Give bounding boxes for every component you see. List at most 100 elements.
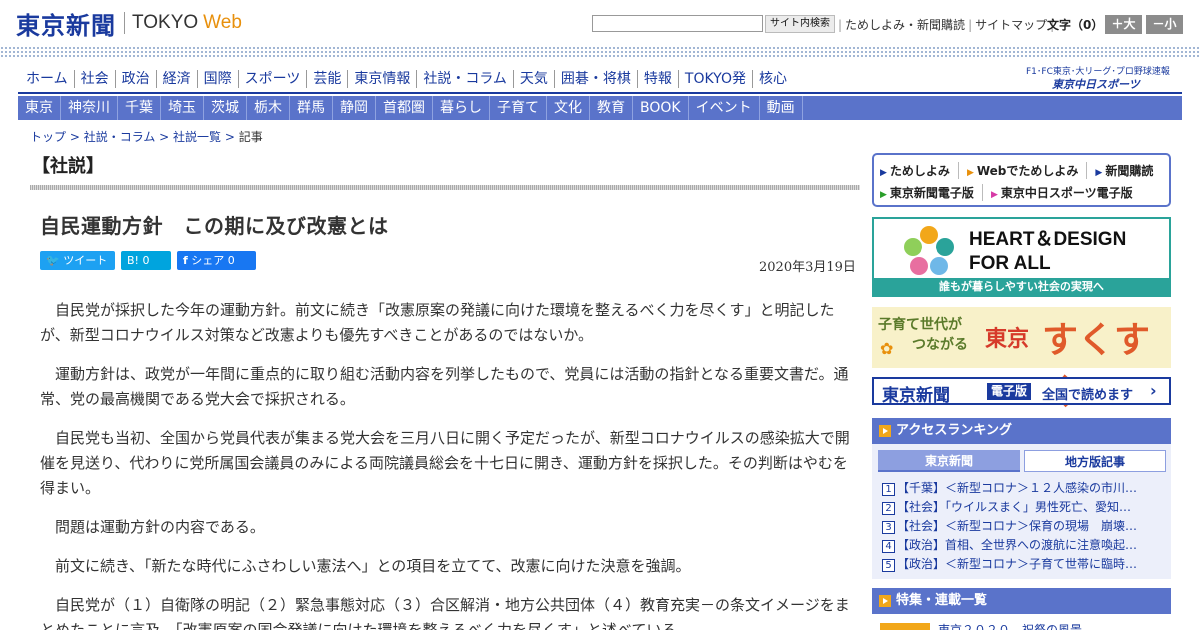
- font-size-up-button[interactable]: ＋大: [1105, 15, 1142, 34]
- triangle-icon: ▶: [880, 167, 887, 178]
- feature-thumbnail: [880, 623, 930, 630]
- facebook-share-button[interactable]: f シェア 0: [177, 251, 256, 270]
- ranking-tab-tokyo[interactable]: 東京新聞: [878, 450, 1020, 472]
- region-nav: 東京 神奈川 千葉 埼玉 茨城 栃木 群馬 静岡 首都圏 暮らし 子育て 文化 …: [18, 96, 1182, 120]
- nav-politics[interactable]: 政治: [116, 70, 157, 88]
- link-subscribe[interactable]: ▶ 新聞購読: [1095, 162, 1161, 179]
- article-paragraph: 運動方針は、政党が一年間に重点的に取り組む活動内容を列挙したもので、党員には活動…: [40, 365, 849, 408]
- link-trial-label: ためしよみ: [889, 163, 950, 178]
- region-living[interactable]: 暮らし: [433, 96, 490, 120]
- heart-title-line2: FOR ALL: [969, 253, 1051, 274]
- nav-special-report[interactable]: 特報: [638, 70, 679, 88]
- triangle-icon: ▶: [1095, 167, 1103, 178]
- region-ibaraki[interactable]: 茨城: [204, 96, 247, 120]
- article-title: 自民運動方針 この期に及び改憲とは: [40, 214, 389, 238]
- ranking-item[interactable]: 5 【政治】＜新型コロナ＞子育て世帯に臨時…: [882, 555, 1162, 574]
- triangle-icon: ▶: [990, 189, 998, 200]
- ranking-tab-local[interactable]: 地方版記事: [1024, 450, 1166, 472]
- breadcrumb-top[interactable]: トップ: [30, 130, 66, 144]
- region-chiba[interactable]: 千葉: [118, 96, 161, 120]
- tweet-label: ツイート: [63, 254, 108, 267]
- ranking-item[interactable]: 3 【社会】＜新型コロナ＞保育の現場 崩壊…: [882, 517, 1162, 536]
- facebook-icon: f: [183, 254, 188, 267]
- region-shizuoka[interactable]: 静岡: [333, 96, 376, 120]
- ranking-item[interactable]: 4 【政治】首相、全世界への渡航に注意喚起…: [882, 536, 1162, 555]
- heart-design-subtitle: 誰もが暮らしやすい社会の実現へ: [874, 278, 1169, 295]
- font-size-down-button[interactable]: －小: [1146, 15, 1183, 34]
- link-trial[interactable]: ▶ ためしよみ: [880, 161, 959, 179]
- publish-date: 2020年3月19日: [759, 260, 856, 275]
- tokyo-sukusuku-banner[interactable]: 子育て世代が つながる ✿ 東京 すくすく: [872, 307, 1171, 413]
- region-education[interactable]: 教育: [590, 96, 633, 120]
- nav-entertainment[interactable]: 芸能: [307, 70, 349, 88]
- article-paragraph: 自民党が（１）自衛隊の明記（２）緊急事態対応（３）合区解消・地方公共団体（４）教…: [40, 596, 850, 630]
- link-web-trial[interactable]: ▶ Webでためしよみ: [966, 161, 1088, 179]
- region-video[interactable]: 動画: [760, 96, 803, 120]
- chevron-right-icon: ›: [1150, 381, 1157, 400]
- region-tokyo[interactable]: 東京: [18, 96, 61, 120]
- access-ranking-header: アクセスランキング: [872, 418, 1171, 444]
- ranking-item[interactable]: 2 【社会】「ウイルスまく」男性死亡、愛知…: [882, 498, 1162, 517]
- digital-edition-banner[interactable]: 東京新聞 電子版 全国で読めます ›: [872, 377, 1171, 406]
- header-links: | ためしよみ・新聞購読 | サイトマップ |: [835, 16, 1057, 33]
- link-digital-edition-label: 東京新聞電子版: [889, 185, 974, 200]
- region-saitama[interactable]: 埼玉: [161, 96, 204, 120]
- breadcrumb-editorial-list[interactable]: 社説一覧: [173, 130, 221, 144]
- nav-economy[interactable]: 経済: [157, 70, 198, 88]
- region-tochigi[interactable]: 栃木: [247, 96, 290, 120]
- flower-icon: ✿: [880, 339, 894, 358]
- ranking-item-label: 【政治】首相、全世界への渡航に注意喚起…: [897, 538, 1138, 552]
- nav-editorial[interactable]: 社説・コラム: [417, 70, 514, 88]
- nav-society[interactable]: 社会: [75, 70, 116, 88]
- nav-tokyo-info[interactable]: 東京情報: [348, 70, 418, 88]
- region-shutoken[interactable]: 首都圏: [376, 96, 433, 120]
- header-link-sitemap[interactable]: サイトマップ: [975, 18, 1047, 32]
- triangle-icon: ▶: [880, 189, 887, 200]
- nav-kakushin[interactable]: 核心: [753, 70, 793, 88]
- link-chunichi-sports-digital[interactable]: ▶ 東京中日スポーツ電子版: [991, 184, 1141, 201]
- nav-weather[interactable]: 天気: [514, 70, 555, 88]
- logo-web: Web: [203, 12, 242, 33]
- nav-international[interactable]: 国際: [198, 70, 239, 88]
- nav-tokyo-hatsu[interactable]: TOKYO発: [679, 70, 753, 88]
- ranking-item[interactable]: 1 【千葉】＜新型コロナ＞１２人感染の市川…: [882, 479, 1162, 498]
- heart-title-line1: HEART＆DESIGN: [969, 229, 1127, 250]
- access-ranking-box: 東京新聞 地方版記事 1 【千葉】＜新型コロナ＞１２人感染の市川… 2 【社会】「ウ…: [872, 444, 1171, 579]
- hatena-bookmark-button[interactable]: B! 0: [121, 251, 171, 270]
- logo-jp: 東京新聞: [16, 10, 116, 40]
- access-ranking-title: アクセスランキング: [896, 423, 1012, 438]
- region-gunma[interactable]: 群馬: [290, 96, 333, 120]
- breadcrumb-editorial[interactable]: 社説・コラム: [84, 130, 156, 144]
- link-separator: |: [838, 18, 843, 32]
- link-subscribe-label: 新聞購読: [1105, 163, 1154, 178]
- region-event[interactable]: イベント: [689, 96, 760, 120]
- subscription-links-row: ▶ 東京新聞電子版 ▶ 東京中日スポーツ電子版: [880, 181, 1163, 203]
- play-square-icon: [879, 595, 891, 607]
- region-book[interactable]: BOOK: [633, 96, 689, 120]
- region-culture[interactable]: 文化: [547, 96, 590, 120]
- nav-sports[interactable]: スポーツ: [239, 70, 308, 88]
- site-logo[interactable]: 東京新聞 TOKYO Web: [16, 8, 242, 40]
- article-paragraph: 自民党も当初、全国から党員代表が集まる党大会を三月八日に開く予定だったが、新型コ…: [40, 429, 850, 497]
- link-digital-edition[interactable]: ▶ 東京新聞電子版: [880, 183, 983, 201]
- site-search-button[interactable]: サイト内検索: [765, 15, 835, 33]
- logo-separator: [124, 12, 125, 34]
- sports-logo[interactable]: 東京中日スポーツ: [1052, 76, 1140, 92]
- ranking-item-label: 【社会】＜新型コロナ＞保育の現場 崩壊…: [897, 519, 1138, 533]
- region-kanagawa[interactable]: 神奈川: [61, 96, 118, 120]
- digital-banner-name: 東京新聞: [882, 386, 950, 406]
- nav-go-shogi[interactable]: 囲碁・将棋: [555, 70, 638, 88]
- site-search-input[interactable]: [592, 15, 763, 32]
- facebook-share-label: シェア 0: [191, 254, 235, 267]
- region-parenting[interactable]: 子育て: [490, 96, 547, 120]
- feature-item[interactable]: 東京２０２０ 祝祭の風景: [880, 619, 1172, 630]
- link-separator: |: [968, 18, 973, 32]
- article-paragraph: 問題は運動方針の内容である。: [55, 518, 265, 536]
- nav-home[interactable]: ホーム: [20, 70, 75, 88]
- heart-design-banner[interactable]: HEART＆DESIGN FOR ALL 誰もが暮らしやすい社会の実現へ: [872, 217, 1171, 297]
- main-nav: ホーム 社会 政治 経済 国際 スポーツ 芸能 東京情報 社説・コラム 天気 囲…: [20, 70, 793, 90]
- tweet-button[interactable]: 🐦 ツイート: [40, 251, 115, 270]
- header-dotted-band: [0, 46, 1200, 58]
- triangle-icon: ▶: [966, 167, 974, 178]
- header-link-subscribe[interactable]: ためしよみ・新聞購読: [845, 18, 965, 32]
